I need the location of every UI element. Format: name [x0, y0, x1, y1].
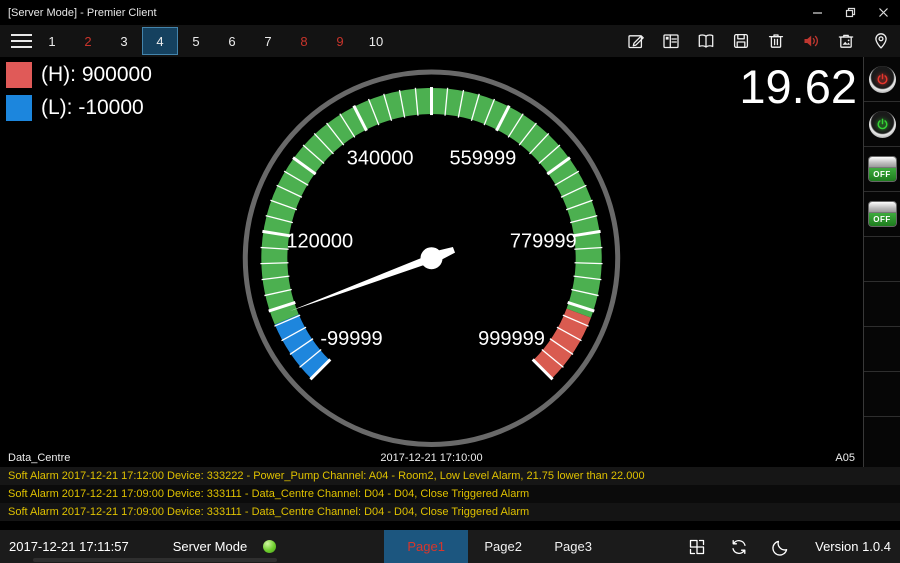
toggle-state-label: OFF: [869, 213, 896, 226]
sidebar-cell-7: [864, 327, 900, 372]
device-name: Data_Centre: [8, 452, 380, 464]
toggle-rocker: [869, 157, 896, 168]
high-label: (H): 900000: [41, 63, 152, 87]
mode-label: Server Mode: [173, 539, 247, 554]
speaker-icon[interactable]: [800, 31, 821, 52]
toggle-state-label: OFF: [869, 168, 896, 181]
legend-low: (L): -10000: [6, 95, 152, 121]
power-button-green[interactable]: [869, 111, 896, 138]
image-bin-icon[interactable]: [835, 31, 856, 52]
svg-text:120000: 120000: [286, 231, 353, 253]
restore-icon[interactable]: [834, 0, 867, 25]
moon-icon[interactable]: [770, 536, 791, 557]
toolbar: [625, 31, 900, 52]
page-button-page2[interactable]: Page2: [468, 530, 538, 563]
svg-text:-99999: -99999: [320, 328, 382, 350]
svg-text:340000: 340000: [347, 147, 414, 169]
edit-icon[interactable]: [625, 31, 646, 52]
sidebar-cell-9: [864, 417, 900, 467]
minimize-icon[interactable]: [801, 0, 834, 25]
window-title: [Server Mode] - Premier Client: [0, 7, 801, 19]
connection-status-dot: [263, 540, 276, 553]
gauge-panel: -99999 120000 340000 559999 779999 999999 (H)…: [0, 57, 863, 467]
tab-6[interactable]: 6: [214, 25, 250, 57]
alarm-row-3[interactable]: Soft Alarm 2017-12-21 17:09:00 Device: 3…: [0, 503, 900, 521]
spacer: [0, 521, 900, 530]
power-button-red[interactable]: [869, 66, 896, 93]
sidebar-cell-3[interactable]: OFF: [864, 147, 900, 192]
sidebar-cell-2[interactable]: [864, 102, 900, 147]
low-color-swatch: [6, 95, 32, 121]
page-buttons: Page1Page2Page3: [384, 530, 608, 563]
sync-icon[interactable]: [728, 536, 749, 557]
book-icon[interactable]: [695, 31, 716, 52]
low-label: (L): -10000: [41, 96, 144, 120]
toggle-rocker: [869, 202, 896, 213]
reading-timestamp: 2017-12-21 17:10:00: [380, 452, 482, 464]
swap-pages-icon[interactable]: [686, 536, 707, 557]
page-button-page3[interactable]: Page3: [538, 530, 608, 563]
tab-3[interactable]: 3: [106, 25, 142, 57]
clock: 2017-12-21 17:11:57: [9, 539, 129, 554]
sidebar-cell-6: [864, 282, 900, 327]
toggle-button-1[interactable]: OFF: [868, 156, 897, 182]
sidebar-cell-1[interactable]: [864, 57, 900, 102]
high-color-swatch: [6, 62, 32, 88]
current-value: 19.62: [739, 58, 857, 117]
horizontal-scrollbar-thumb[interactable]: [33, 558, 277, 562]
tab-bar: 12345678910: [0, 25, 900, 57]
gauge-legend: (H): 900000 (L): -10000: [6, 62, 152, 128]
toggle-button-2[interactable]: OFF: [868, 201, 897, 227]
alarm-row-2[interactable]: Soft Alarm 2017-12-21 17:09:00 Device: 3…: [0, 485, 900, 503]
tab-7[interactable]: 7: [250, 25, 286, 57]
main-area: -99999 120000 340000 559999 779999 999999 (H)…: [0, 57, 900, 467]
sidebar-cell-5: [864, 237, 900, 282]
tab-10[interactable]: 10: [358, 25, 394, 57]
tab-2[interactable]: 2: [70, 25, 106, 57]
legend-high: (H): 900000: [6, 62, 152, 88]
tab-4[interactable]: 4: [142, 27, 178, 55]
title-bar: [Server Mode] - Premier Client: [0, 0, 900, 25]
statusbar-icons: [686, 536, 791, 557]
tab-9[interactable]: 9: [322, 25, 358, 57]
location-icon[interactable]: [870, 31, 891, 52]
trash-icon[interactable]: [765, 31, 786, 52]
channel-id: A05: [483, 452, 855, 464]
sidebar-cell-4[interactable]: OFF: [864, 192, 900, 237]
status-bar: 2017-12-21 17:11:57 Server Mode Page1Pag…: [0, 530, 900, 563]
control-sidebar: OFF OFF: [863, 57, 900, 467]
layout-icon[interactable]: [660, 31, 681, 52]
tab-strip: 12345678910: [34, 25, 394, 57]
svg-text:559999: 559999: [449, 147, 516, 169]
tab-5[interactable]: 5: [178, 25, 214, 57]
sidebar-cell-8: [864, 372, 900, 417]
tab-1[interactable]: 1: [34, 25, 70, 57]
svg-text:999999: 999999: [478, 328, 545, 350]
save-icon[interactable]: [730, 31, 751, 52]
gauge-footer: Data_Centre 2017-12-21 17:10:00 A05: [0, 450, 863, 466]
svg-text:779999: 779999: [510, 231, 577, 253]
menu-icon[interactable]: [0, 25, 34, 57]
alarm-row-1[interactable]: Soft Alarm 2017-12-21 17:12:00 Device: 3…: [0, 467, 900, 485]
version-label: Version 1.0.4: [815, 539, 891, 554]
page-button-page1[interactable]: Page1: [384, 530, 468, 563]
close-icon[interactable]: [867, 0, 900, 25]
tab-8[interactable]: 8: [286, 25, 322, 57]
alarm-list: Soft Alarm 2017-12-21 17:12:00 Device: 3…: [0, 467, 900, 521]
